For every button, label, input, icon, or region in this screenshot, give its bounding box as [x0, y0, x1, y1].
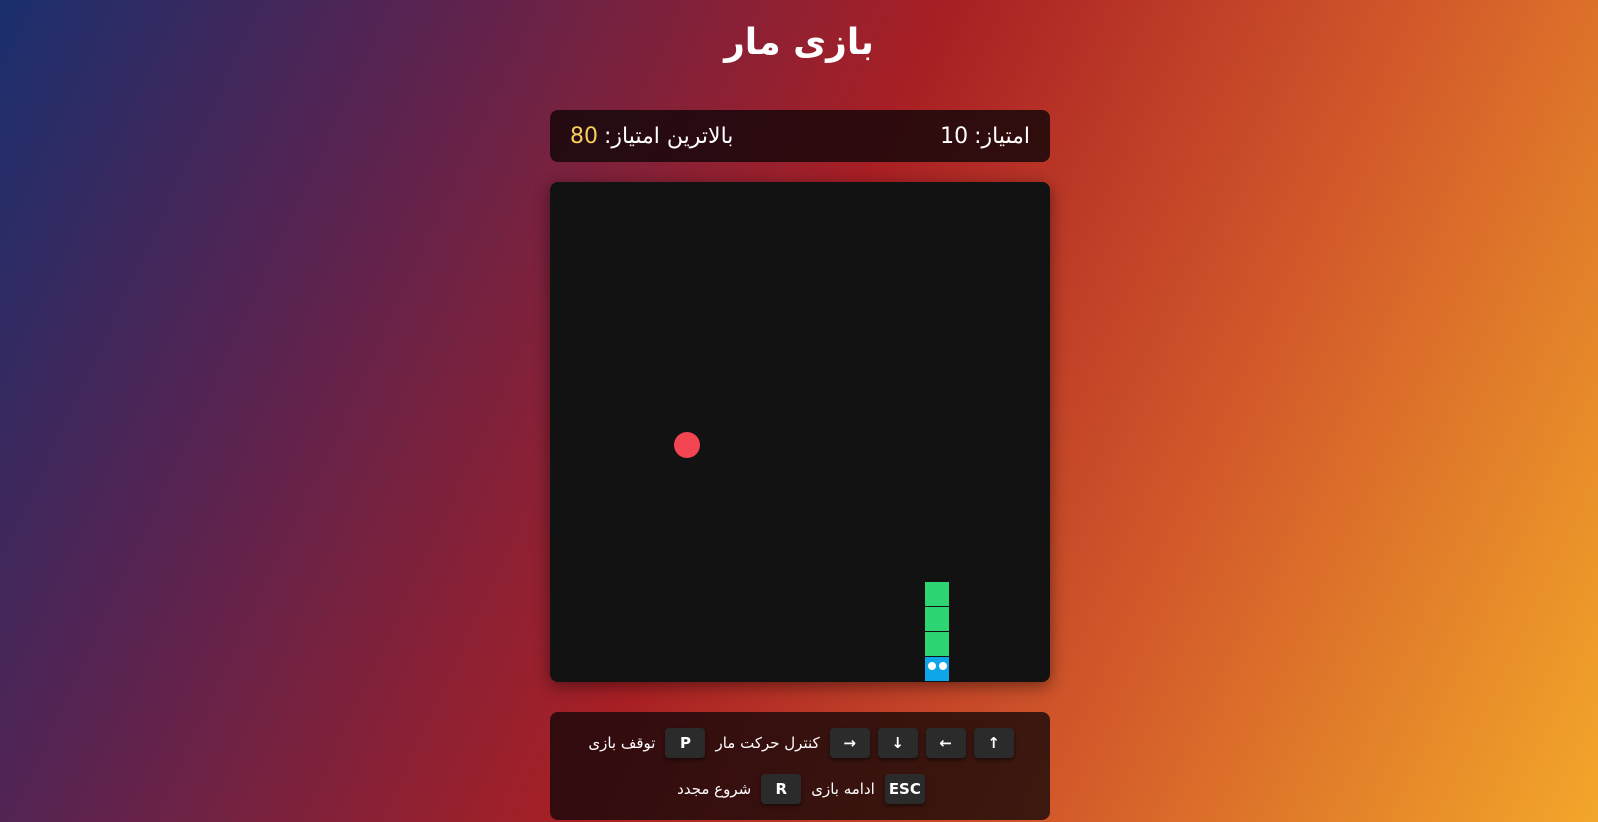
move-control-label: کنترل حرکت مار: [715, 734, 820, 752]
snake-eye-left: [928, 662, 936, 670]
controls-panel: ↑ ← ↓ → کنترل حرکت مار P توقف بازی ESC ا…: [550, 712, 1050, 820]
highscore-value: 80: [570, 123, 598, 149]
snake-body-segment: [925, 632, 949, 656]
controls-row-actions: ESC ادامه بازی R شروع مجدد: [550, 774, 1050, 804]
score-value: 10: [940, 123, 969, 149]
snake-body-segment: [925, 607, 949, 631]
snake-head: [925, 657, 949, 681]
key-arrow-up[interactable]: ↑: [973, 728, 1014, 758]
page-title: بازی مار: [724, 22, 874, 63]
snake-eye-right: [939, 662, 947, 670]
game-board[interactable]: [550, 182, 1050, 682]
high-score: بالاترین امتیاز: 80: [570, 124, 733, 149]
key-resume[interactable]: ESC: [884, 774, 925, 804]
food-apple: [674, 432, 700, 458]
controls-row-movement: ↑ ← ↓ → کنترل حرکت مار P توقف بازی: [550, 728, 1050, 758]
snake-body-segment: [925, 582, 949, 606]
key-restart[interactable]: R: [761, 774, 802, 804]
key-arrow-right[interactable]: →: [829, 728, 870, 758]
key-arrow-down[interactable]: ↓: [877, 728, 918, 758]
restart-label: شروع مجدد: [677, 780, 752, 798]
current-score: امتیاز: 10: [940, 124, 1030, 149]
pause-label: توقف بازی: [588, 734, 656, 752]
highscore-label: بالاترین امتیاز:: [604, 123, 734, 149]
key-arrow-left[interactable]: ←: [925, 728, 966, 758]
score-bar: امتیاز: 10 بالاترین امتیاز: 80: [550, 110, 1050, 162]
resume-label: ادامه بازی: [811, 780, 875, 798]
key-pause[interactable]: P: [665, 728, 706, 758]
score-label: امتیاز:: [974, 123, 1030, 149]
